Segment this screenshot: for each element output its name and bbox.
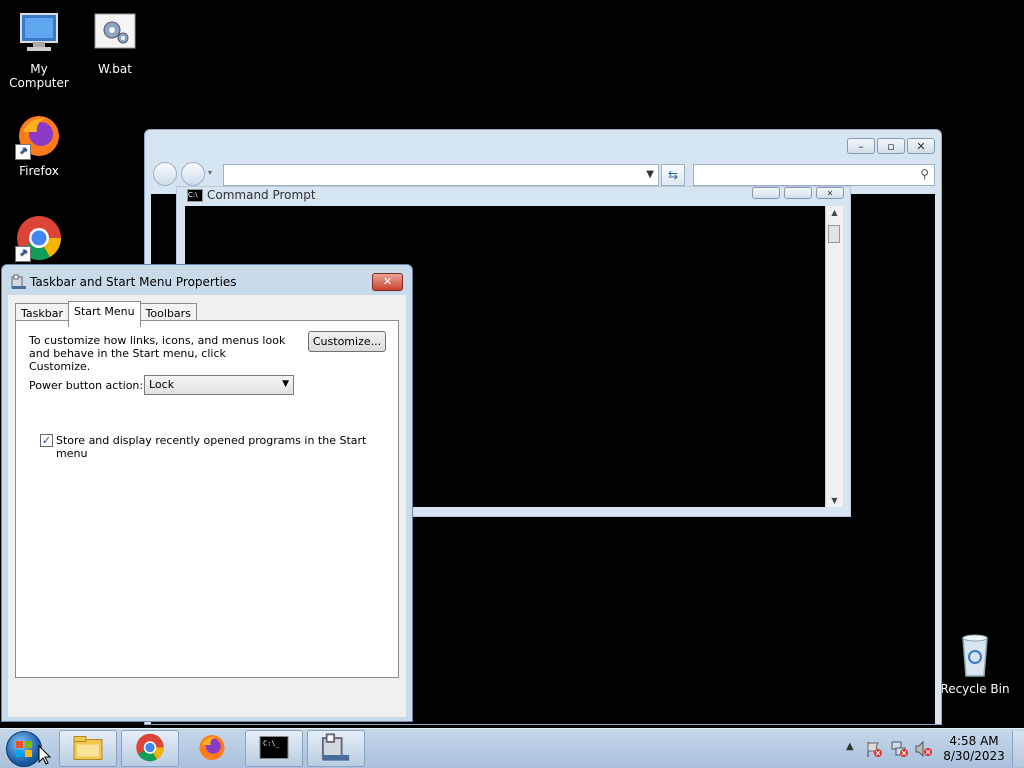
command-prompt-icon: C:\_	[259, 735, 289, 762]
close-icon: ✕	[382, 275, 393, 288]
taskbar-properties-icon	[321, 732, 351, 765]
power-button-action-select[interactable]: Lock ▼	[144, 375, 294, 395]
desktop-icon-my-computer[interactable]: My Computer	[0, 10, 78, 90]
close-icon: ✕	[826, 188, 834, 198]
cmd-title-text: Command Prompt	[207, 188, 316, 202]
desktop-icon-label: Firefox	[19, 164, 59, 178]
maximize-button[interactable]	[784, 187, 812, 199]
desktop-icon-firefox[interactable]: ↗ Firefox	[0, 112, 78, 178]
svg-text:C:\_: C:\_	[263, 739, 281, 747]
tab-start-menu[interactable]: Start Menu	[68, 301, 141, 327]
taskbar-chrome[interactable]	[121, 730, 179, 767]
refresh-button[interactable]: ⇆	[661, 164, 685, 186]
scroll-up-icon[interactable]: ▲	[826, 208, 843, 217]
minimize-button[interactable]: –	[847, 138, 875, 154]
power-button-action-value: Lock	[149, 378, 175, 391]
action-center-flag-icon[interactable]	[865, 740, 883, 761]
start-menu-tab-panel: To customize how links, icons, and menus…	[15, 320, 399, 678]
minimize-button[interactable]	[752, 187, 780, 199]
taskbar-file-explorer[interactable]	[59, 730, 117, 767]
customize-description: To customize how links, icons, and menus…	[29, 334, 286, 373]
close-button[interactable]: ✕	[816, 187, 844, 199]
shortcut-arrow-icon: ↗	[15, 144, 31, 160]
shortcut-arrow-icon: ↗	[15, 246, 31, 262]
file-explorer-icon	[73, 734, 103, 763]
taskbar-command-prompt[interactable]: C:\_	[245, 730, 303, 767]
checkmark-icon: ✓	[41, 434, 52, 447]
dialog-body: Taskbar Start Menu Toolbars To customize…	[8, 295, 406, 717]
start-button[interactable]	[6, 731, 42, 767]
chevron-down-icon[interactable]: ▼	[646, 169, 654, 180]
explorer-window-controls: – ▫ ✕	[847, 138, 935, 154]
taskbar: C:\_ ▲ 4:58 AM 8/30/2023	[0, 728, 1024, 768]
desktop-icon-w-bat[interactable]: W.bat	[76, 10, 154, 76]
firefox-icon	[197, 732, 227, 765]
maximize-icon: ▫	[887, 139, 895, 153]
show-desktop-button[interactable]	[1012, 731, 1024, 767]
firefox-icon: ↗	[15, 112, 63, 160]
recent-programs-checkbox[interactable]: ✓	[40, 434, 53, 447]
desktop-icon-label: W.bat	[98, 62, 132, 76]
clock-time: 4:58 AM	[949, 734, 999, 748]
power-button-action-label: Power button action:	[29, 379, 144, 392]
minimize-icon: –	[858, 139, 864, 153]
command-prompt-icon: C:\	[187, 189, 203, 202]
search-icon: ⚲	[920, 167, 929, 181]
volume-muted-icon[interactable]	[914, 740, 932, 761]
batch-file-icon	[91, 10, 139, 58]
chevron-down-icon: ▼	[282, 379, 289, 389]
desktop-icon-label: My Computer	[9, 62, 69, 90]
desktop-icon-recycle-bin[interactable]: Recycle Bin	[936, 630, 1014, 696]
maximize-button[interactable]: ▫	[877, 138, 905, 154]
mouse-cursor-icon	[38, 744, 52, 768]
back-button[interactable]	[153, 162, 177, 186]
chrome-icon: ↗	[15, 214, 63, 262]
scroll-down-icon[interactable]: ▼	[826, 496, 843, 505]
desktop-icon-label: Recycle Bin	[940, 682, 1010, 696]
recent-pages-dropdown[interactable]: ▾	[208, 168, 212, 177]
customize-button[interactable]: Customize...	[308, 331, 386, 352]
close-button[interactable]: ✕	[372, 273, 403, 291]
taskbar-firefox[interactable]	[183, 730, 241, 767]
cmd-window-controls: ✕	[752, 187, 844, 199]
recent-programs-label[interactable]: Store and display recently opened progra…	[56, 434, 398, 460]
show-hidden-icons-button[interactable]: ▲	[846, 741, 854, 752]
vertical-scrollbar[interactable]: ▲ ▼	[825, 206, 843, 507]
computer-icon	[15, 10, 63, 58]
search-input[interactable]: ⚲	[693, 164, 935, 186]
taskbar-taskbar-properties[interactable]	[307, 730, 365, 767]
close-button[interactable]: ✕	[907, 138, 935, 154]
window-title: C:\ Command Prompt	[187, 188, 316, 202]
refresh-icon: ⇆	[667, 168, 679, 182]
desktop-icon-chrome[interactable]: ↗	[0, 214, 78, 266]
taskbar-properties-icon	[11, 274, 27, 290]
address-bar[interactable]: ▼	[223, 164, 659, 186]
windows-logo-icon	[16, 741, 32, 757]
network-icon[interactable]	[890, 740, 908, 761]
recycle-bin-icon	[951, 630, 999, 678]
close-icon: ✕	[916, 139, 926, 153]
system-clock[interactable]: 4:58 AM 8/30/2023	[939, 734, 1009, 764]
dialog-title: Taskbar and Start Menu Properties	[30, 275, 237, 289]
chrome-icon	[135, 732, 165, 765]
taskbar-properties-dialog[interactable]: Taskbar and Start Menu Properties ✕ Task…	[1, 264, 413, 722]
scrollbar-thumb[interactable]	[828, 225, 840, 243]
clock-date: 8/30/2023	[943, 749, 1005, 763]
forward-button[interactable]	[181, 162, 205, 186]
